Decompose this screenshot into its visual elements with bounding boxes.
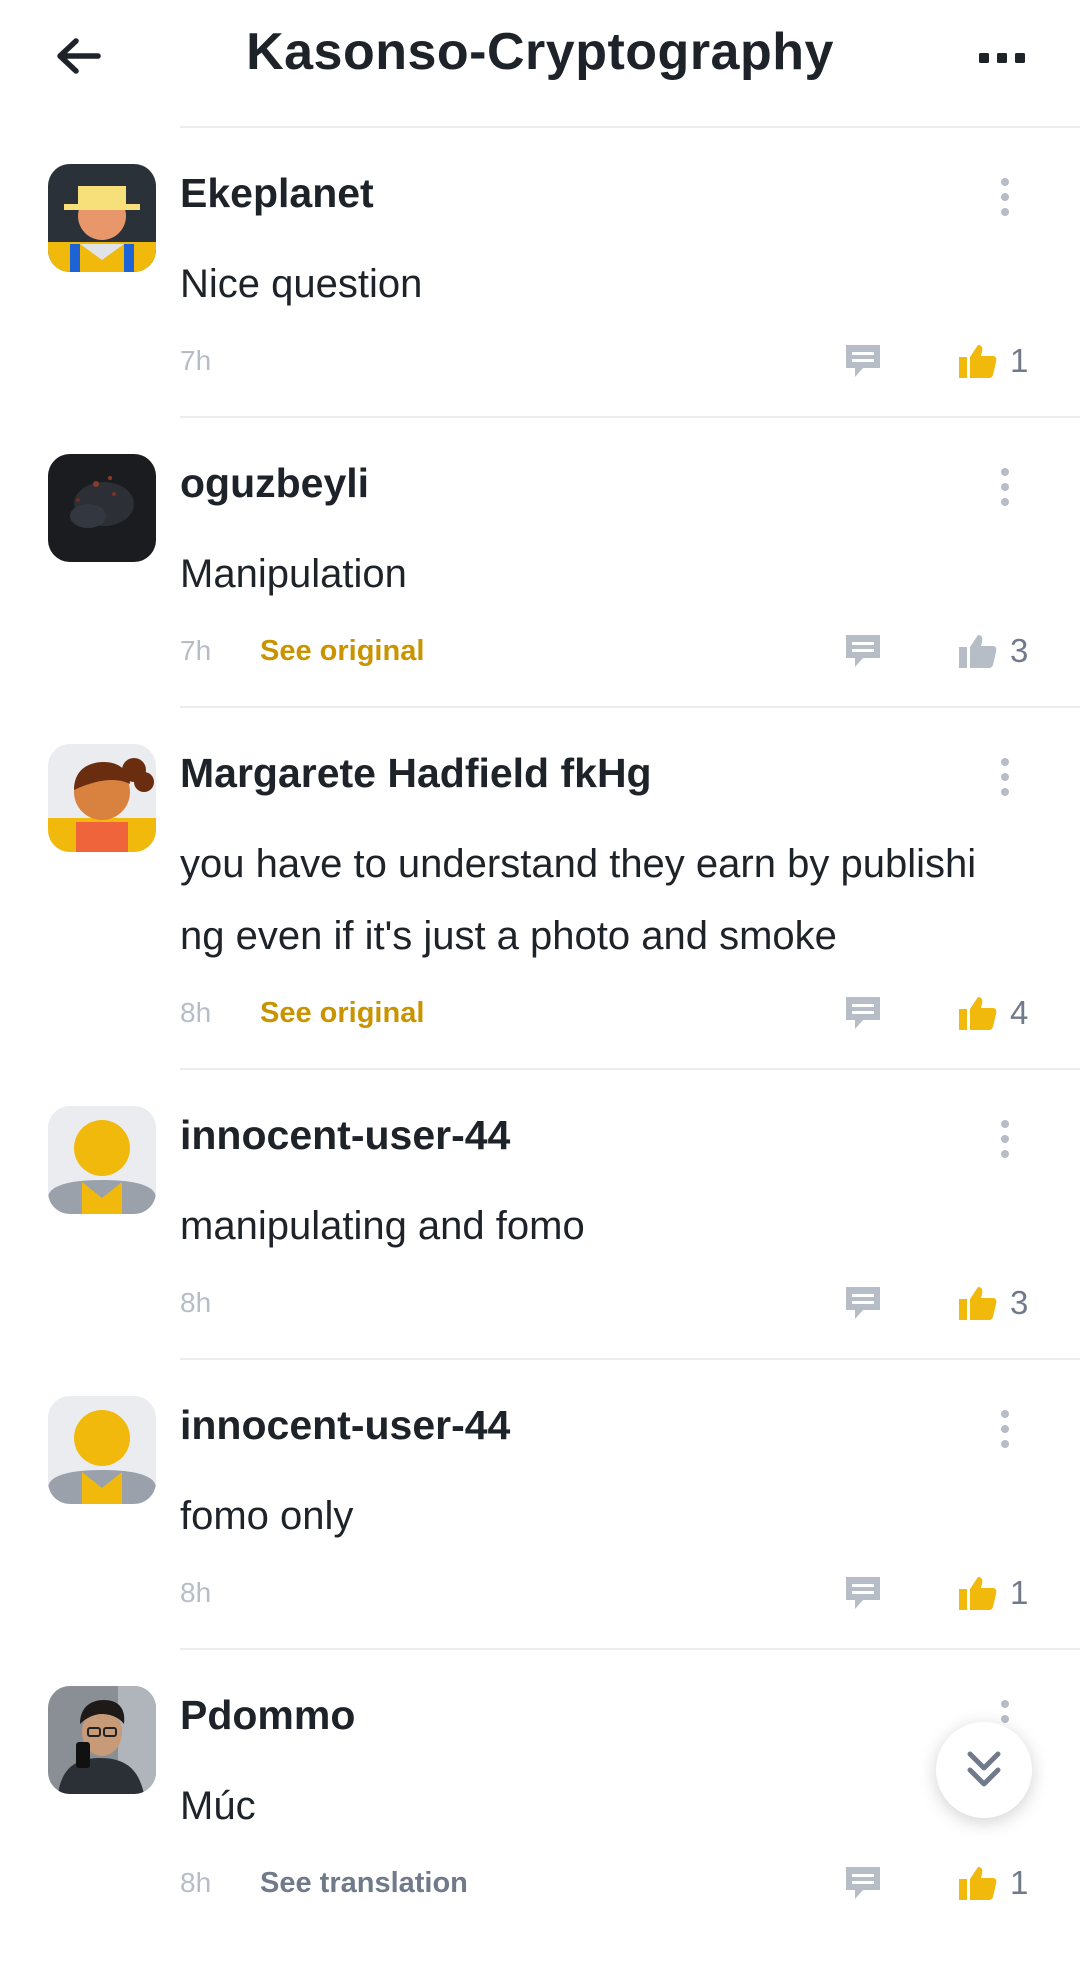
comment-text: fomo only xyxy=(180,1494,354,1538)
see-translation-link[interactable]: See translation xyxy=(260,1867,468,1900)
avatar[interactable] xyxy=(48,744,156,852)
reply-button[interactable] xyxy=(840,336,886,386)
comment-item: Margarete Hadfield fkHg you have to unde… xyxy=(0,706,1080,1068)
reply-button[interactable] xyxy=(840,626,886,676)
avatar-dark-photo xyxy=(48,454,156,562)
comment-icon xyxy=(846,635,880,667)
comment-menu-button[interactable] xyxy=(990,1114,1020,1164)
like-count: 1 xyxy=(1010,342,1029,379)
like-count: 1 xyxy=(1010,1864,1029,1901)
see-original-link[interactable]: See original xyxy=(260,997,424,1030)
comment-item: Pdommo Múc 8h See translation 1 xyxy=(0,1648,1080,1938)
timestamp: 8h xyxy=(180,1287,212,1318)
comment-icon xyxy=(846,1287,880,1319)
more-vertical-icon xyxy=(1001,178,1009,216)
avatar[interactable] xyxy=(48,1686,156,1794)
comment-text: you have to understand they earn by publ… xyxy=(180,842,977,958)
comment-meta: 8h xyxy=(180,1568,260,1618)
like-button[interactable]: 1 xyxy=(958,1858,1028,1908)
reply-button[interactable] xyxy=(840,988,886,1038)
thumbs-up-icon xyxy=(959,1287,997,1320)
divider xyxy=(180,1068,1080,1070)
comment-icon xyxy=(846,345,880,377)
avatar-default-icon xyxy=(48,1396,156,1504)
comment-text: Múc xyxy=(180,1784,256,1828)
like-button[interactable]: 3 xyxy=(958,626,1028,676)
timestamp: 8h xyxy=(180,1577,212,1608)
comment-item: innocent-user-44 fomo only 8h 1 xyxy=(0,1358,1080,1648)
chevrons-down-icon xyxy=(967,1751,1001,1787)
avatar[interactable] xyxy=(48,454,156,562)
avatar-woman-icon xyxy=(48,744,156,852)
username[interactable]: oguzbeyli xyxy=(180,460,369,507)
avatar[interactable] xyxy=(48,1396,156,1504)
username[interactable]: innocent-user-44 xyxy=(180,1112,510,1159)
page-title: Kasonso-Cryptography xyxy=(246,23,834,81)
scroll-to-bottom-button[interactable] xyxy=(936,1722,1032,1818)
avatar-selfie-photo xyxy=(48,1686,156,1794)
comment-meta: 7h xyxy=(180,336,260,386)
like-count: 4 xyxy=(1010,994,1029,1031)
comment-menu-button[interactable] xyxy=(990,462,1020,512)
thumbs-up-icon xyxy=(959,635,997,668)
comment-text: manipulating and fomo xyxy=(180,1204,585,1248)
comment-icon xyxy=(846,1867,880,1899)
more-vertical-icon xyxy=(1001,1120,1009,1158)
comment-meta: 8h xyxy=(180,1278,260,1328)
comment-meta: 7h See original xyxy=(180,626,424,676)
like-button[interactable]: 1 xyxy=(958,1568,1028,1618)
timestamp: 7h xyxy=(180,635,212,666)
comment-meta: 8h See original xyxy=(180,988,424,1038)
avatar-farmer-icon xyxy=(48,164,156,272)
avatar[interactable] xyxy=(48,1106,156,1214)
reply-button[interactable] xyxy=(840,1568,886,1618)
like-button[interactable]: 4 xyxy=(958,988,1028,1038)
thumbs-up-icon xyxy=(959,1577,997,1610)
divider xyxy=(180,1358,1080,1360)
like-count: 3 xyxy=(1010,1284,1029,1321)
divider xyxy=(180,416,1080,418)
comment-item: Ekeplanet Nice question 7h 1 xyxy=(0,126,1080,416)
thumbs-up-icon xyxy=(959,345,997,378)
more-vertical-icon xyxy=(1001,1410,1009,1448)
divider xyxy=(180,1648,1080,1650)
avatar-default-icon xyxy=(48,1106,156,1214)
like-button[interactable]: 1 xyxy=(958,336,1028,386)
header: Kasonso-Cryptography xyxy=(0,0,1080,118)
thumbs-up-icon xyxy=(959,1867,997,1900)
reply-button[interactable] xyxy=(840,1858,886,1908)
timestamp: 8h xyxy=(180,997,212,1028)
see-original-link[interactable]: See original xyxy=(260,635,424,668)
username[interactable]: innocent-user-44 xyxy=(180,1402,510,1449)
like-button[interactable]: 3 xyxy=(958,1278,1028,1328)
more-vertical-icon xyxy=(1001,468,1009,506)
username[interactable]: Pdommo xyxy=(180,1692,355,1739)
more-options-button[interactable] xyxy=(970,38,1034,78)
like-count: 1 xyxy=(1010,1574,1029,1611)
thumbs-up-icon xyxy=(959,997,997,1030)
more-vertical-icon xyxy=(1001,758,1009,796)
avatar[interactable] xyxy=(48,164,156,272)
reply-button[interactable] xyxy=(840,1278,886,1328)
comment-menu-button[interactable] xyxy=(990,752,1020,802)
username[interactable]: Ekeplanet xyxy=(180,170,374,217)
comment-item: oguzbeyli Manipulation 7h See original 3 xyxy=(0,416,1080,706)
more-horizontal-icon xyxy=(979,53,1025,63)
like-count: 3 xyxy=(1010,632,1029,669)
username[interactable]: Margarete Hadfield fkHg xyxy=(180,750,652,797)
timestamp: 8h xyxy=(180,1867,212,1898)
comment-list: Ekeplanet Nice question 7h 1 oguzbeyli M… xyxy=(0,126,1080,1938)
comment-meta: 8h See translation xyxy=(180,1858,468,1908)
comment-item: innocent-user-44 manipulating and fomo 8… xyxy=(0,1068,1080,1358)
comment-icon xyxy=(846,1577,880,1609)
comment-menu-button[interactable] xyxy=(990,1404,1020,1454)
timestamp: 7h xyxy=(180,345,212,376)
divider xyxy=(180,126,1080,128)
comment-text: Nice question xyxy=(180,262,423,306)
comment-text: Manipulation xyxy=(180,552,407,596)
divider xyxy=(180,706,1080,708)
comment-menu-button[interactable] xyxy=(990,172,1020,222)
comment-icon xyxy=(846,997,880,1029)
